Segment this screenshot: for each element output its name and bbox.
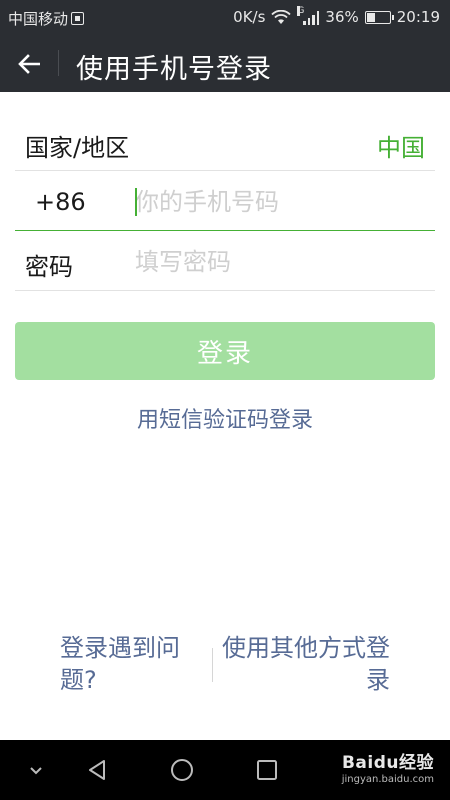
title-divider bbox=[58, 50, 59, 76]
home-circle-icon bbox=[171, 759, 193, 781]
recents-square-icon bbox=[257, 760, 277, 780]
carrier-area: 中国移动 bbox=[8, 8, 85, 29]
login-button[interactable]: 登录 bbox=[15, 322, 435, 380]
bottom-links: 登录遇到问题? 使用其他方式登录 bbox=[0, 632, 450, 702]
arrow-left-icon bbox=[18, 54, 40, 74]
text-cursor bbox=[135, 188, 137, 216]
nav-back-button[interactable] bbox=[82, 755, 114, 785]
link-divider bbox=[212, 648, 213, 682]
title-bar: 使用手机号登录 bbox=[0, 34, 450, 92]
signal-type: G bbox=[297, 5, 305, 16]
nav-home-button[interactable] bbox=[166, 755, 198, 785]
battery-icon bbox=[364, 10, 394, 24]
region-row[interactable]: 国家/地区 中国 bbox=[15, 114, 435, 171]
hide-keyboard-button[interactable] bbox=[20, 755, 52, 785]
clock: 20:19 bbox=[396, 8, 440, 26]
back-triangle-icon bbox=[89, 760, 105, 780]
signal-icon: G bbox=[297, 5, 320, 25]
status-indicators: 0K/s G 36% 20:19 bbox=[233, 5, 440, 26]
chevron-down-icon bbox=[30, 767, 42, 775]
watermark-sub: jingyan.baidu.com bbox=[341, 774, 434, 785]
wifi-icon bbox=[271, 9, 292, 24]
status-bar: 中国移动 0K/s G 36% 20:19 bbox=[0, 0, 450, 34]
carrier-name: 中国移动 bbox=[8, 10, 69, 28]
password-row: 密码 bbox=[15, 231, 435, 291]
other-login-methods-link[interactable]: 使用其他方式登录 bbox=[222, 632, 390, 696]
watermark-main: Baidu经验 bbox=[341, 753, 434, 773]
back-button[interactable] bbox=[12, 47, 46, 81]
sms-login-link[interactable]: 用短信验证码登录 bbox=[0, 402, 450, 434]
country-code[interactable]: +86 bbox=[35, 188, 86, 216]
baidu-watermark: Baidu经验 jingyan.baidu.com bbox=[342, 748, 434, 785]
page-title: 使用手机号登录 bbox=[76, 54, 272, 85]
phone-input[interactable] bbox=[135, 186, 425, 218]
password-label: 密码 bbox=[25, 253, 73, 281]
password-input[interactable] bbox=[135, 246, 425, 278]
network-speed: 0K/s bbox=[233, 8, 266, 26]
sim-icon bbox=[71, 12, 85, 25]
battery-percent: 36% bbox=[325, 8, 359, 26]
login-trouble-link[interactable]: 登录遇到问题? bbox=[60, 632, 205, 696]
region-value[interactable]: 中国 bbox=[377, 128, 425, 163]
region-label: 国家/地区 bbox=[25, 134, 130, 162]
nav-recents-button[interactable] bbox=[251, 755, 283, 785]
navigation-bar: Baidu经验 jingyan.baidu.com bbox=[0, 740, 450, 800]
phone-row: +86 bbox=[15, 171, 435, 231]
